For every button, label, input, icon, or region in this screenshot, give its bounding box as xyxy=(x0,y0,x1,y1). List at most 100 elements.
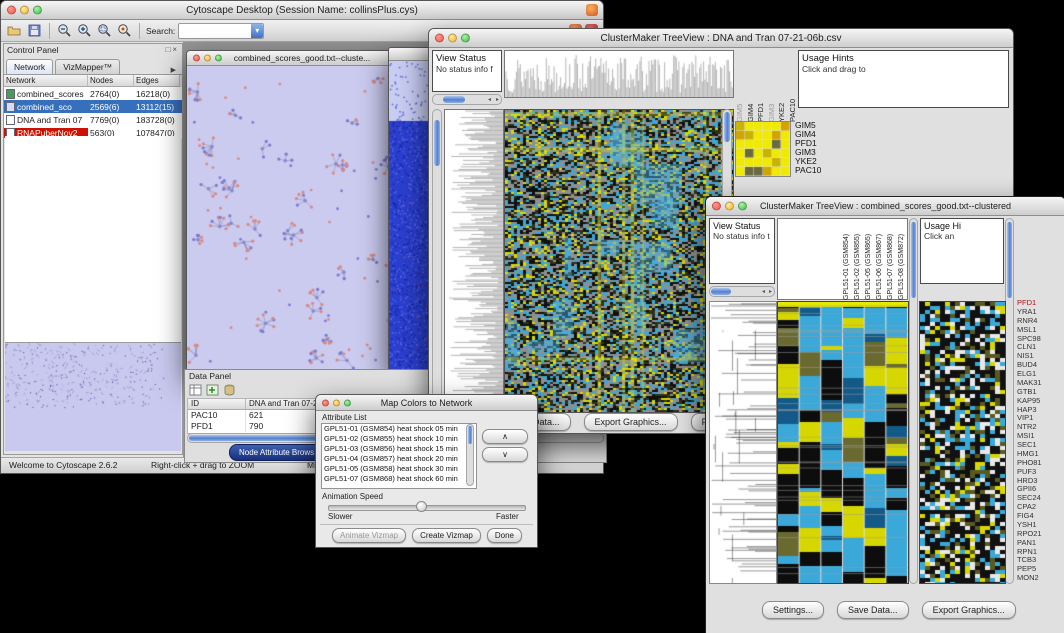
gene-label[interactable]: HAP3 xyxy=(1017,406,1063,415)
row-dendrogram[interactable] xyxy=(709,301,777,584)
zoom-window-icon[interactable] xyxy=(738,202,747,211)
network-table-header-cell[interactable]: Network xyxy=(4,75,88,87)
row-dendrogram[interactable] xyxy=(444,109,504,413)
network-overview-panel[interactable] xyxy=(5,342,181,453)
zoom-window-icon[interactable] xyxy=(461,34,470,43)
treeview1-hscrollbar[interactable]: ◂ ▸ xyxy=(432,94,502,105)
dialog-button[interactable]: Done xyxy=(487,528,522,543)
treeview2-titlebar[interactable]: ClusterMaker TreeView : combined_scores_… xyxy=(706,197,1064,216)
gene-label[interactable]: SPC98 xyxy=(1017,335,1063,344)
array-column-label[interactable]: GPL51-01 (GSM854) xyxy=(843,220,850,300)
gene-label[interactable]: MAK31 xyxy=(1017,379,1063,388)
gene-label[interactable]: FIG4 xyxy=(1017,512,1063,521)
network-view-2-titlebar[interactable] xyxy=(389,48,430,61)
gene-label[interactable]: KAP95 xyxy=(1017,397,1063,406)
gene-label[interactable]: GTB1 xyxy=(1017,388,1063,397)
minimize-icon[interactable] xyxy=(725,202,734,211)
treeview2-button[interactable]: Settings... xyxy=(762,601,824,619)
network-canvas[interactable] xyxy=(187,66,415,370)
zoom-window-icon[interactable] xyxy=(33,6,42,15)
scrollbar-thumb[interactable] xyxy=(711,288,731,295)
treeview1-button[interactable]: Export Graphics... xyxy=(584,413,678,431)
scrollbar-thumb[interactable] xyxy=(468,426,472,444)
zoom-window-icon[interactable] xyxy=(344,399,351,406)
attribute-column-header[interactable]: ID xyxy=(188,399,246,410)
cytoscape-titlebar[interactable]: Cytoscape Desktop (Session Name: collins… xyxy=(1,1,603,20)
array-column-label[interactable]: GIM3 xyxy=(767,50,775,122)
gene-label[interactable]: SEC1 xyxy=(1017,441,1063,450)
gene-label[interactable]: PHO81 xyxy=(1017,459,1063,468)
network-row[interactable]: combined_sco 2569(6) 13112(15) xyxy=(4,100,182,113)
window-controls[interactable] xyxy=(435,34,470,43)
expression-heatmap[interactable] xyxy=(777,301,909,584)
move-down-button[interactable]: ∨ xyxy=(482,447,528,462)
gene-label[interactable]: HMG1 xyxy=(1017,450,1063,459)
column-dendrogram[interactable] xyxy=(504,50,734,98)
zoom-out-icon[interactable] xyxy=(56,22,73,39)
gene-label[interactable]: GPII6 xyxy=(1017,485,1063,494)
dialog-button[interactable]: Create Vizmap xyxy=(412,528,481,543)
scrollbar-thumb[interactable] xyxy=(443,96,465,103)
scrollbar-thumb[interactable] xyxy=(724,112,730,142)
gene-label[interactable]: PEP5 xyxy=(1017,565,1063,574)
gene-label[interactable]: YRA1 xyxy=(1017,308,1063,317)
scroll-right-icon[interactable]: ▸ xyxy=(769,289,772,295)
gene-label[interactable]: PFD1 xyxy=(1017,299,1063,308)
heatmap2-vscrollbar[interactable] xyxy=(1005,218,1014,584)
gene-label[interactable]: RPO21 xyxy=(1017,530,1063,539)
attribute-list-item[interactable]: GPL51-02 (GSM855) heat shock 10 min xyxy=(322,434,476,444)
zoom-selected-icon[interactable] xyxy=(116,22,133,39)
matrix-gene-label[interactable]: PAC10 xyxy=(795,166,821,175)
scrollbar-thumb[interactable] xyxy=(911,222,916,298)
gene-label[interactable]: RNR4 xyxy=(1017,317,1063,326)
scrollbar-thumb[interactable] xyxy=(434,120,440,166)
scroll-right-icon[interactable]: ▸ xyxy=(496,97,499,103)
control-panel-tab[interactable]: Network xyxy=(6,59,53,74)
dialog-titlebar[interactable]: Map Colors to Network xyxy=(316,395,537,411)
network-canvas-2[interactable] xyxy=(389,61,428,369)
save-session-icon[interactable] xyxy=(26,22,43,39)
attribute-list-item[interactable]: GPL51-07 (GSM868) heat shock 60 min xyxy=(322,474,476,484)
gene-label[interactable]: RPN1 xyxy=(1017,548,1063,557)
close-icon[interactable] xyxy=(193,55,200,62)
gene-label[interactable]: MSI1 xyxy=(1017,432,1063,441)
gene-label[interactable]: PUF3 xyxy=(1017,468,1063,477)
minimize-icon[interactable] xyxy=(333,399,340,406)
attribute-list-item[interactable]: GPL51-04 (GSM857) heat shock 20 min xyxy=(322,454,476,464)
open-session-icon[interactable] xyxy=(6,22,23,39)
slider-thumb[interactable] xyxy=(416,501,427,512)
gene-label[interactable]: YSH1 xyxy=(1017,521,1063,530)
zoom-window-icon[interactable] xyxy=(215,55,222,62)
gene-label[interactable]: ELG1 xyxy=(1017,370,1063,379)
gene-label[interactable]: VIP1 xyxy=(1017,414,1063,423)
gene-label[interactable]: NIS1 xyxy=(1017,352,1063,361)
zoom-in-icon[interactable] xyxy=(76,22,93,39)
gene-label[interactable]: CPA2 xyxy=(1017,503,1063,512)
array-column-label[interactable]: PFD1 xyxy=(756,50,764,122)
gene-label[interactable]: CLN1 xyxy=(1017,343,1063,352)
network-row[interactable]: combined_scores 2764(0) 16218(0) xyxy=(4,87,182,100)
array-column-label[interactable]: GIM4 xyxy=(746,50,754,122)
attribute-list-vscrollbar[interactable] xyxy=(466,424,474,486)
zoom-fit-icon[interactable] xyxy=(96,22,113,39)
network-view-titlebar[interactable]: combined_scores_good.txt--cluste... xyxy=(187,51,417,66)
heatmap1-vscrollbar[interactable] xyxy=(909,218,918,584)
gene-label[interactable]: BUD4 xyxy=(1017,361,1063,370)
attribute-list-item[interactable]: GPL51-03 (GSM856) heat shock 15 min xyxy=(322,444,476,454)
control-panel-tab[interactable]: VizMapper™ xyxy=(55,59,120,74)
secondary-heatmap[interactable] xyxy=(919,301,1006,584)
gene-label[interactable]: PAN1 xyxy=(1017,539,1063,548)
window-controls[interactable] xyxy=(322,399,351,406)
treeview2-button[interactable]: Save Data... xyxy=(837,601,909,619)
close-icon[interactable] xyxy=(7,6,16,15)
scrollbar-thumb[interactable] xyxy=(1007,222,1012,298)
gene-label[interactable]: NTR2 xyxy=(1017,423,1063,432)
array-column-label[interactable]: GPL51-02 (GSM855) xyxy=(854,220,861,300)
array-column-label[interactable]: GPL51-08 (GSM872) xyxy=(898,220,905,300)
gene-label[interactable]: MON2 xyxy=(1017,574,1063,583)
gene-label[interactable]: MSL1 xyxy=(1017,326,1063,335)
gene-label[interactable]: SEC24 xyxy=(1017,494,1063,503)
gene-label[interactable]: HRD3 xyxy=(1017,477,1063,486)
expression-heatmap[interactable] xyxy=(504,109,734,413)
scroll-left-icon[interactable]: ◂ xyxy=(488,97,491,103)
